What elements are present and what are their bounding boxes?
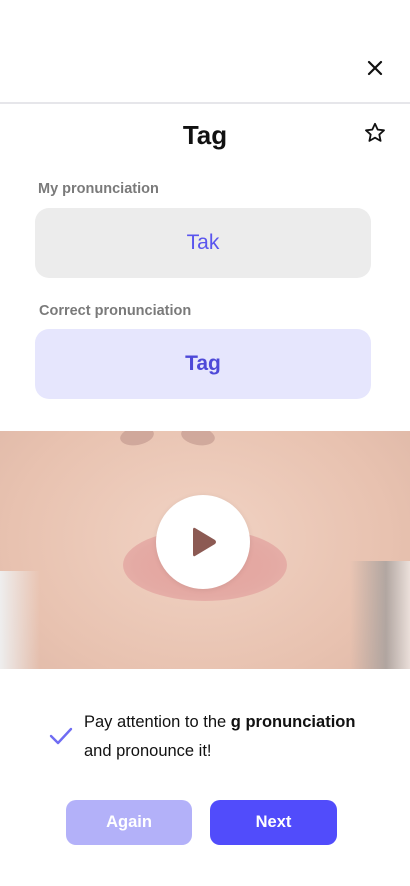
correct-pronunciation-label: Correct pronunciation <box>39 303 192 319</box>
top-bar <box>0 0 410 102</box>
close-icon <box>367 60 383 76</box>
header-divider <box>0 102 410 104</box>
star-icon <box>365 122 385 142</box>
my-pronunciation-label: My pronunciation <box>38 181 159 197</box>
favorite-button[interactable] <box>363 121 387 145</box>
nostril-left <box>118 431 156 448</box>
play-button[interactable] <box>156 495 250 589</box>
correct-pronunciation-value: Tag <box>185 352 221 375</box>
tip-text: Pay attention to the g pronunciation and… <box>84 708 384 766</box>
background-shadow <box>350 561 410 669</box>
tip-text-bold: g pronunciation <box>230 713 356 731</box>
tip-text-before: Pay attention to the <box>84 713 231 731</box>
my-pronunciation-box: Tak <box>35 208 371 278</box>
background-left <box>0 571 40 669</box>
nostril-right <box>179 431 217 448</box>
next-button[interactable]: Next <box>210 800 337 845</box>
correct-pronunciation-box: Tag <box>35 329 371 399</box>
close-button[interactable] <box>362 55 388 81</box>
tip-text-after: and pronounce it! <box>84 742 212 760</box>
mouth-video[interactable] <box>0 431 410 669</box>
play-icon <box>193 527 216 557</box>
my-pronunciation-value: Tak <box>186 231 220 254</box>
word-title: Tag <box>182 120 228 150</box>
check-icon <box>49 727 73 745</box>
again-button[interactable]: Again <box>66 800 192 845</box>
